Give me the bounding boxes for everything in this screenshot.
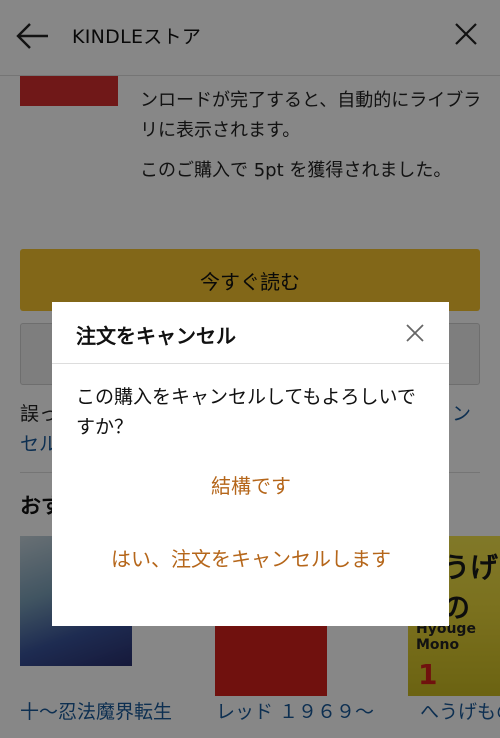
- confirm-cancel-button[interactable]: はい、注文をキャンセルします: [96, 528, 406, 590]
- keep-order-button[interactable]: 結構です: [76, 456, 426, 512]
- cancel-order-dialog: 注文をキャンセル この購入をキャンセルしてもよろしいですか？ 結構です はい、注…: [52, 302, 449, 626]
- dialog-title: 注文をキャンセル: [76, 324, 236, 348]
- close-icon[interactable]: [404, 322, 426, 344]
- dialog-message: この購入をキャンセルしてもよろしいですか？: [76, 386, 416, 438]
- dialog-header: 注文をキャンセル: [52, 302, 449, 364]
